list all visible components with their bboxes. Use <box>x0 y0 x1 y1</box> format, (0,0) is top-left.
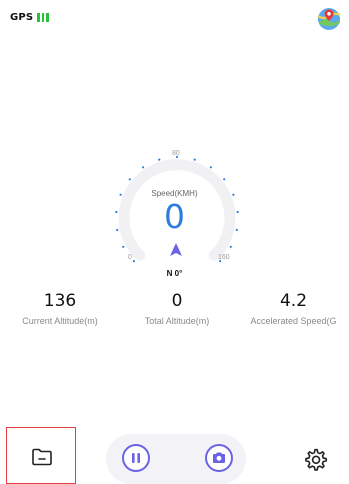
gauge-mid-label: 80 <box>172 150 180 157</box>
stat-value: 136 <box>43 291 77 311</box>
compass-arrow-icon <box>170 243 182 256</box>
stat-label: Total Altitude(m) <box>144 316 210 326</box>
stat-value: 0 <box>171 291 183 311</box>
stat-value: 4.2 <box>279 291 308 311</box>
gauge-tick <box>142 166 145 169</box>
folder-button[interactable] <box>6 427 76 484</box>
speedometer-gauge <box>115 155 239 263</box>
heading-readout: N 0° <box>166 269 183 278</box>
camera-icon <box>213 452 225 463</box>
gauge-tick <box>128 178 131 181</box>
gauge-tick <box>122 245 125 248</box>
pause-icon <box>132 453 140 463</box>
gauge-tick <box>223 178 226 181</box>
settings-button[interactable] <box>302 447 328 473</box>
stat-label: Current Altitude(m) <box>22 316 98 326</box>
gear-icon <box>305 448 328 471</box>
gauge-max-label: 160 <box>218 254 230 261</box>
gauge-tick <box>209 166 212 169</box>
gauge-tick <box>132 260 135 263</box>
camera-button[interactable] <box>205 444 233 472</box>
speed-value: 0 <box>164 197 185 236</box>
gauge-tick <box>229 245 232 248</box>
gauge-tick <box>193 158 196 161</box>
stat-accelerated-speed: 4.2 Accelerated Speed(G <box>238 291 349 326</box>
stat-total-altitude: 0 Total Altitude(m) <box>119 291 235 326</box>
stat-label: Accelerated Speed(G <box>250 316 337 326</box>
gauge-tick <box>158 158 161 161</box>
stat-current-altitude: 136 Current Altitude(m) <box>0 291 120 326</box>
pause-button[interactable] <box>122 444 150 472</box>
folder-icon <box>32 448 52 466</box>
gauge-min-label: 0 <box>128 254 132 261</box>
